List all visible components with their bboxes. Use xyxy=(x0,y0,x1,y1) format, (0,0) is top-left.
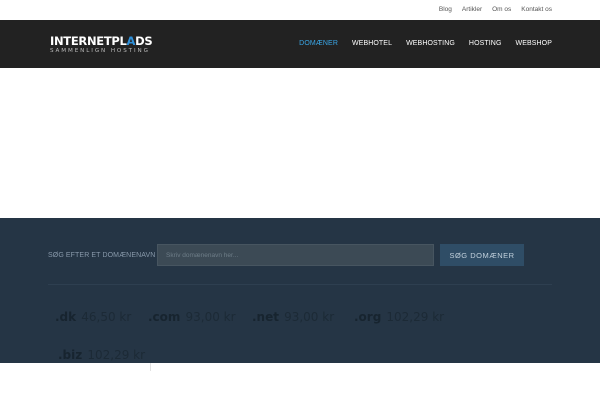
logo-tagline: SAMMENLIGN HOSTING xyxy=(50,48,150,54)
nav-item-webshop[interactable]: WEBSHOP xyxy=(516,40,552,47)
divider xyxy=(150,363,151,371)
top-link-kontakt-os[interactable]: Kontakt os xyxy=(521,6,552,13)
tld-name: .biz xyxy=(58,348,83,362)
header: INTERNETPLADS SAMMENLIGN HOSTING DOMÆNER… xyxy=(0,20,600,68)
site-logo[interactable]: INTERNETPLADS SAMMENLIGN HOSTING xyxy=(50,34,160,54)
tld-price: 93,00 kr xyxy=(284,310,335,324)
search-domains-button[interactable]: SØG DOMÆNER xyxy=(440,244,524,266)
tld-name: .com xyxy=(148,310,181,324)
tld-price: 102,29 kr xyxy=(87,348,146,362)
content-area xyxy=(0,68,600,218)
main-nav: DOMÆNER WEBHOTEL WEBHOSTING HOSTING WEBS… xyxy=(299,40,552,47)
tld-price-net: .net 93,00 kr xyxy=(252,306,334,325)
top-link-blog[interactable]: Blog xyxy=(439,6,452,13)
tld-name: .net xyxy=(252,310,279,324)
top-links: Blog Artikler Om os Kontakt os xyxy=(439,6,552,13)
top-link-artikler[interactable]: Artikler xyxy=(462,6,482,13)
tld-price: 102,29 kr xyxy=(386,310,445,324)
tld-name: .dk xyxy=(55,310,77,324)
footer-area xyxy=(0,363,600,400)
search-label: SØG EFTER ET DOMÆNENAVN xyxy=(48,252,156,259)
nav-item-domaener[interactable]: DOMÆNER xyxy=(299,40,338,47)
tld-name: .org xyxy=(354,310,382,324)
top-link-om-os[interactable]: Om os xyxy=(492,6,511,13)
tld-price-org: .org 102,29 kr xyxy=(354,306,444,325)
nav-item-webhotel[interactable]: WEBHOTEL xyxy=(352,40,392,47)
divider xyxy=(48,284,552,285)
tld-price-com: .com 93,00 kr xyxy=(148,306,236,325)
domain-search-input[interactable] xyxy=(157,244,434,266)
tld-price-dk: .dk 46,50 kr xyxy=(55,306,131,325)
top-bar: Blog Artikler Om os Kontakt os xyxy=(0,0,600,20)
nav-item-hosting[interactable]: HOSTING xyxy=(469,40,502,47)
tld-price-biz: .biz 102,29 kr xyxy=(58,344,145,363)
domain-search-section: SØG EFTER ET DOMÆNENAVN SØG DOMÆNER .dk … xyxy=(0,218,600,363)
logo-wordmark: INTERNETPLADS xyxy=(50,34,153,48)
tld-price: 93,00 kr xyxy=(185,310,236,324)
tld-price: 46,50 kr xyxy=(81,310,132,324)
nav-item-webhosting[interactable]: WEBHOSTING xyxy=(406,40,455,47)
